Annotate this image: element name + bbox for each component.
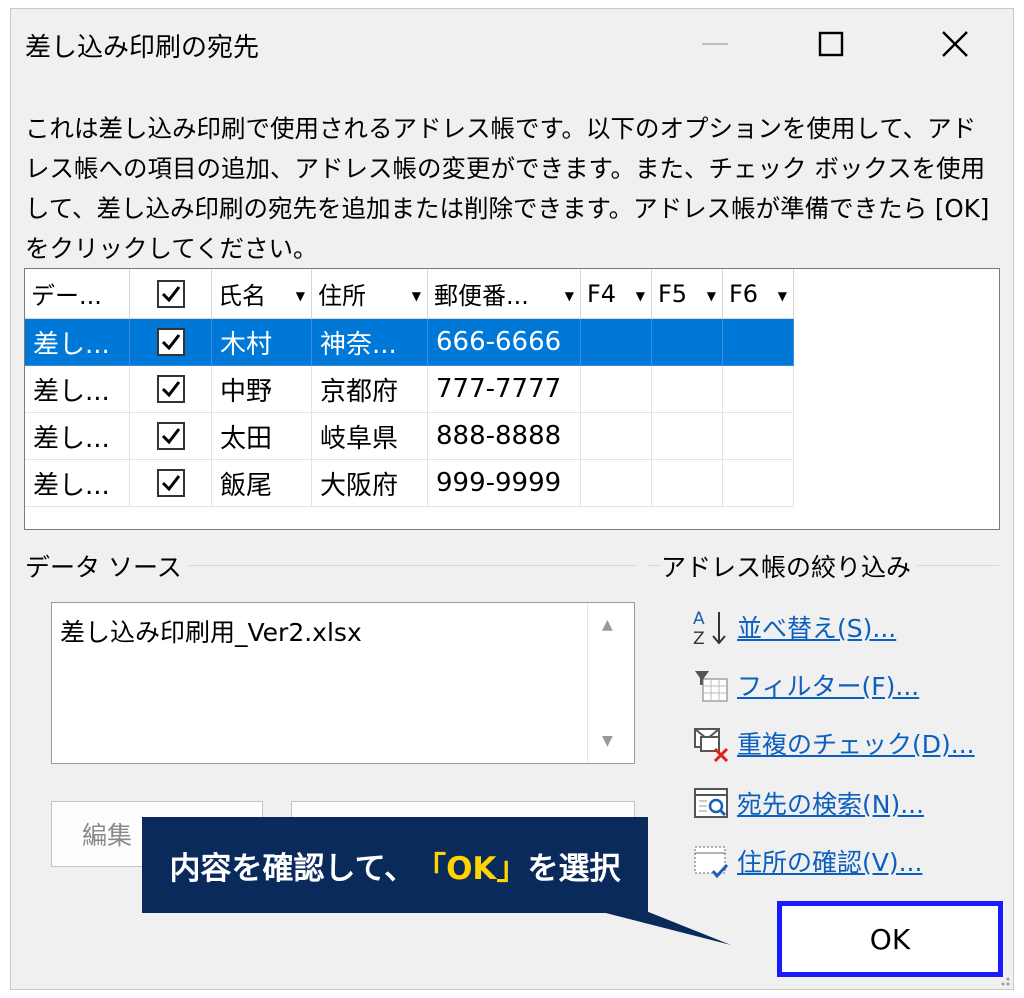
- callout-highlight: 「OK」: [415, 850, 528, 887]
- resize-grip-icon[interactable]: [995, 971, 1011, 987]
- ok-button[interactable]: OK: [777, 901, 1003, 977]
- mail-merge-recipients-dialog: 差し込み印刷の宛先 これは差し込み印刷で使用されるアドレス帳です。以下のオプショ…: [10, 8, 1014, 990]
- annotation-callout: 内容を確認して、 「OK」 を選択: [142, 817, 648, 913]
- callout-text-before: 内容を確認して、: [169, 850, 416, 887]
- callout-text-after: を選択: [527, 850, 621, 887]
